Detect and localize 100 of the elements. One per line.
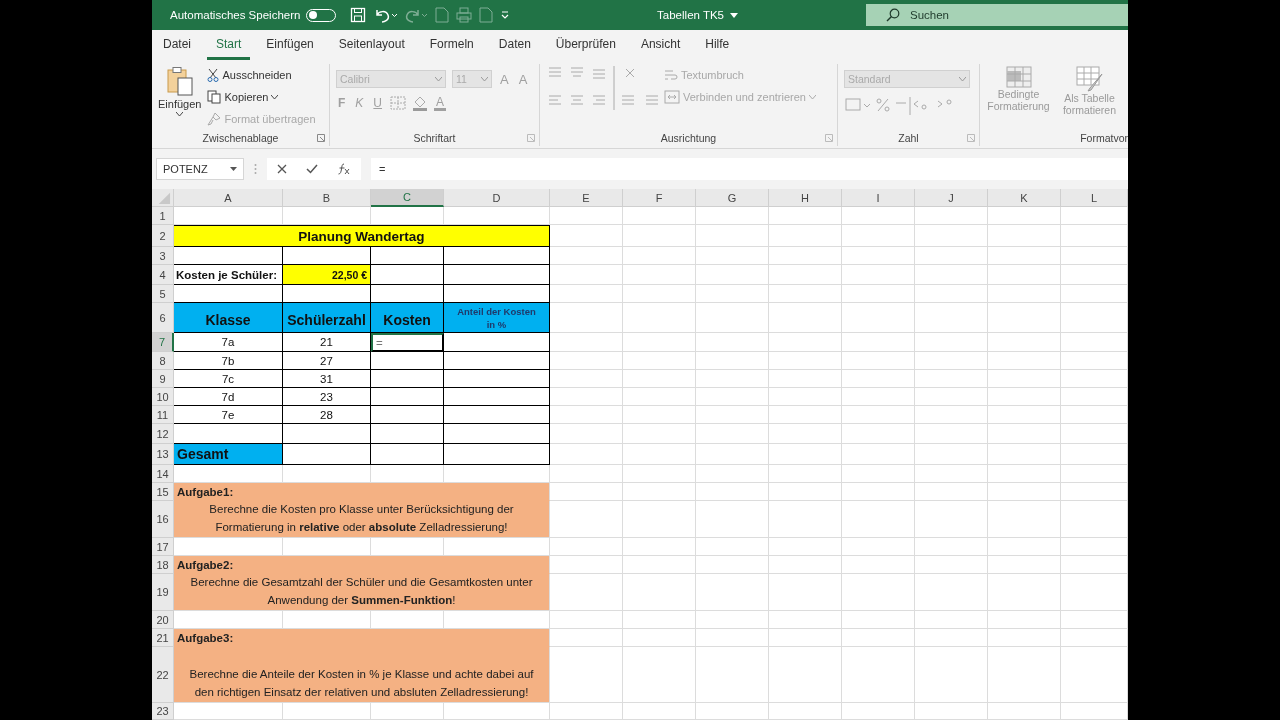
- empty-cell: [1061, 370, 1128, 388]
- empty-cell: [1061, 333, 1128, 352]
- empty-cell: [1061, 388, 1128, 406]
- empty-cell: [1061, 574, 1128, 611]
- column-header[interactable]: I: [842, 189, 915, 207]
- row-header[interactable]: 4: [152, 265, 174, 285]
- column-header[interactable]: K: [988, 189, 1061, 207]
- paste-button[interactable]: Einfügen: [158, 64, 202, 116]
- row-header[interactable]: 15: [152, 483, 174, 501]
- row-header[interactable]: 2: [152, 225, 174, 247]
- column-header[interactable]: F: [623, 189, 696, 207]
- task-heading: Aufgabe2:: [174, 556, 550, 574]
- undo-icon[interactable]: [373, 7, 398, 23]
- checkmark-icon[interactable]: [306, 163, 318, 174]
- row-header[interactable]: 5: [152, 285, 174, 303]
- row-header[interactable]: 19: [152, 574, 174, 611]
- task-heading: Aufgabe1:: [174, 483, 550, 501]
- menu-tab[interactable]: Ansicht: [631, 30, 690, 60]
- sheet-title: Planung Wandertag: [174, 225, 550, 247]
- row-header[interactable]: 16: [152, 501, 174, 538]
- page-icon[interactable]: [479, 7, 494, 23]
- copy-button[interactable]: Kopieren: [207, 88, 316, 106]
- table-header: Kosten: [371, 303, 444, 333]
- row-header[interactable]: 22: [152, 647, 174, 703]
- name-box[interactable]: POTENZ: [156, 157, 244, 180]
- menu-tab[interactable]: Überprüfen: [546, 30, 625, 60]
- table-header: Schülerzahl: [283, 303, 371, 333]
- more-icon: [254, 162, 257, 175]
- row-header[interactable]: 13: [152, 444, 174, 465]
- brush-icon: [207, 112, 222, 126]
- document-icon[interactable]: [435, 7, 450, 23]
- save-icon[interactable]: [350, 7, 367, 23]
- empty-cell: [1061, 265, 1128, 285]
- row-header[interactable]: 17: [152, 538, 174, 556]
- row-header[interactable]: 1: [152, 207, 174, 225]
- column-header[interactable]: E: [550, 189, 623, 207]
- row-header[interactable]: 23: [152, 703, 174, 720]
- menu-tab[interactable]: Hilfe: [696, 30, 739, 60]
- column-header[interactable]: J: [915, 189, 988, 207]
- empty-cell: [1061, 225, 1128, 247]
- column-header[interactable]: L: [1061, 189, 1128, 207]
- printer-icon[interactable]: [456, 7, 473, 23]
- column-header[interactable]: H: [769, 189, 842, 207]
- group-label: Zwischenablage: [202, 132, 279, 144]
- empty-cell: [1061, 352, 1128, 370]
- row-header[interactable]: 11: [152, 406, 174, 424]
- empty-cell: [1061, 501, 1128, 538]
- caret-icon: [176, 112, 184, 116]
- column-header[interactable]: A: [174, 189, 283, 207]
- table-cell: 7e: [174, 406, 283, 424]
- menu-tab[interactable]: Datei: [154, 30, 200, 60]
- customize-icon[interactable]: [500, 10, 511, 20]
- row-header[interactable]: 3: [152, 247, 174, 265]
- empty-cell: [1061, 629, 1128, 647]
- document-title[interactable]: Tabellen TK5: [657, 9, 724, 21]
- column-header[interactable]: G: [696, 189, 769, 207]
- table-cell: 7b: [174, 352, 283, 370]
- search-field[interactable]: Suchen: [866, 4, 1128, 26]
- menu-tab[interactable]: Daten: [489, 30, 540, 60]
- row-header[interactable]: 18: [152, 556, 174, 574]
- table-cell: 31: [283, 370, 371, 388]
- row-header[interactable]: 14: [152, 465, 174, 483]
- menu-tab[interactable]: Seitenlayout: [329, 30, 414, 60]
- autosave-label: Automatisches Speichern: [170, 9, 301, 21]
- row-header[interactable]: 7: [152, 333, 174, 352]
- table-cell: 27: [283, 352, 371, 370]
- total-label: Gesamt: [174, 444, 283, 465]
- table-cell: 21: [283, 333, 371, 352]
- row-header[interactable]: 21: [152, 629, 174, 647]
- caret-icon: [230, 166, 237, 171]
- column-header[interactable]: C: [371, 189, 444, 207]
- group-label: Ausrichtung: [660, 132, 717, 144]
- menu-tab[interactable]: Einfügen: [257, 30, 323, 60]
- empty-cell: [1061, 703, 1128, 720]
- row-header[interactable]: 6: [152, 303, 174, 333]
- table-cell: 7c: [174, 370, 283, 388]
- table-cell: 7d: [174, 388, 283, 406]
- column-header[interactable]: B: [283, 189, 371, 207]
- menu-tab[interactable]: Start: [207, 30, 251, 60]
- row-header[interactable]: 8: [152, 352, 174, 370]
- scissors-icon: [207, 68, 220, 82]
- caret-icon: [481, 77, 488, 81]
- redo-icon[interactable]: [404, 7, 429, 23]
- column-header[interactable]: D: [444, 189, 550, 207]
- empty-cell: [1061, 465, 1128, 483]
- clipboard-icon: [165, 66, 194, 96]
- row-header[interactable]: 12: [152, 424, 174, 444]
- formula-field[interactable]: =: [371, 157, 1128, 180]
- task-heading: Aufgabe3:: [174, 629, 550, 647]
- cut-button[interactable]: Ausschneiden: [207, 66, 316, 84]
- select-all-icon[interactable]: [152, 189, 174, 207]
- row-header[interactable]: 9: [152, 370, 174, 388]
- row-header[interactable]: 20: [152, 611, 174, 629]
- caret-icon: [959, 77, 966, 81]
- function-icon[interactable]: [337, 162, 352, 175]
- menu-tab[interactable]: Formeln: [420, 30, 483, 60]
- row-header[interactable]: 10: [152, 388, 174, 406]
- task-text: Berechne die Kosten pro Klasse unter Berücksichtigung der Formatierung in relative oder absolute Zelladressierung!: [174, 501, 550, 538]
- dialog-launcher-icon[interactable]: [317, 134, 325, 142]
- cancel-icon[interactable]: [276, 163, 287, 174]
